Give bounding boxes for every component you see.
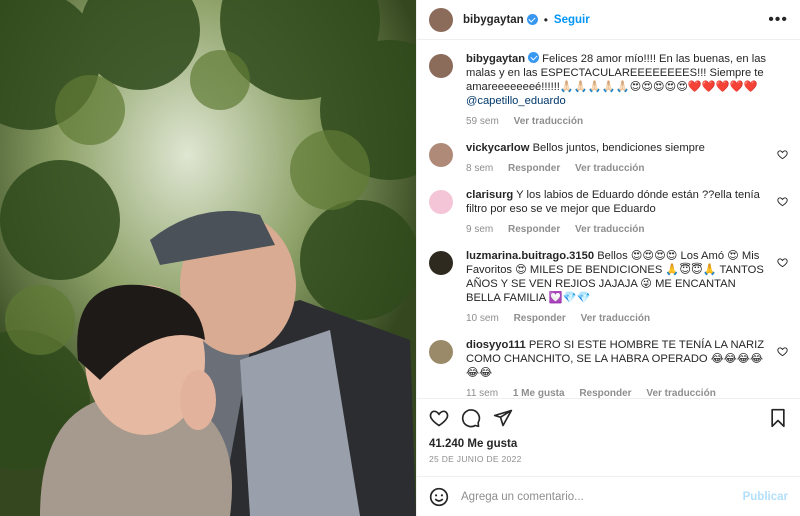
separator-dot: •: [543, 12, 548, 27]
heart-icon[interactable]: [429, 408, 449, 428]
comment-body: vickycarlow Bellos juntos, bendiciones s…: [466, 141, 788, 176]
comment-item: vickycarlow Bellos juntos, bendiciones s…: [429, 141, 788, 176]
caption-body: bibygaytan Felices 28 amor mío!!!! En la…: [466, 52, 788, 129]
comment-time[interactable]: 10 sem: [466, 313, 499, 324]
comment-meta: 10 sem Responder Ver traducción: [466, 312, 768, 326]
share-icon[interactable]: [493, 408, 513, 428]
avatar[interactable]: [429, 143, 453, 167]
comment-username[interactable]: clarisurg: [466, 189, 513, 201]
like-comment-heart-icon[interactable]: [777, 257, 788, 268]
emoji-icon[interactable]: [429, 487, 449, 507]
header-username[interactable]: bibygaytan: [463, 14, 524, 26]
comments-list[interactable]: bibygaytan Felices 28 amor mío!!!! En la…: [417, 40, 800, 398]
translate-button[interactable]: Ver traducción: [581, 313, 650, 324]
bookmark-icon[interactable]: [768, 408, 788, 428]
comment-username[interactable]: diosyyo111: [466, 339, 526, 351]
avatar[interactable]: [429, 190, 453, 214]
caption-username[interactable]: bibygaytan: [466, 53, 525, 65]
avatar[interactable]: [429, 7, 453, 32]
comment-item: clarisurg Y los labios de Eduardo dónde …: [429, 188, 788, 237]
caption-time[interactable]: 59 sem: [466, 116, 499, 127]
comment-item: diosyyo111 PERO SI ESTE HOMBRE TE TENÍA …: [429, 338, 788, 398]
avatar[interactable]: [429, 340, 453, 364]
comment-meta: 11 sem 1 Me gusta Responder Ver traducci…: [466, 387, 768, 398]
comment-item: luzmarina.buitrago.3150 Bellos 😍😍😍😍 Los …: [429, 249, 788, 326]
avatar[interactable]: [429, 251, 453, 275]
like-comment-heart-icon[interactable]: [777, 149, 788, 160]
post-date[interactable]: 25 DE JUNIO DE 2022: [417, 450, 800, 476]
post-actions: [417, 398, 800, 436]
reply-button[interactable]: Responder: [514, 313, 566, 324]
comment-input[interactable]: [461, 490, 743, 503]
likes-count[interactable]: 41.240 Me gusta: [417, 436, 800, 450]
translate-button[interactable]: Ver traducción: [646, 388, 715, 398]
like-comment-heart-icon[interactable]: [777, 196, 788, 207]
reply-button[interactable]: Responder: [579, 388, 631, 398]
comment-time[interactable]: 8 sem: [466, 163, 493, 174]
add-comment-bar: Publicar: [417, 476, 800, 516]
follow-button[interactable]: Seguir: [554, 14, 590, 26]
post-photo[interactable]: [0, 0, 416, 516]
comment-body: clarisurg Y los labios de Eduardo dónde …: [466, 188, 788, 237]
comment-meta: 9 sem Responder Ver traducción: [466, 223, 768, 237]
photo-illustration: [0, 0, 416, 516]
comment-username[interactable]: luzmarina.buitrago.3150: [466, 250, 594, 262]
caption-meta: 59 sem Ver traducción: [466, 115, 768, 129]
post-panel: bibygaytan • Seguir ••• bibygaytan Felic…: [416, 0, 800, 516]
comment-text: Bellos juntos, bendiciones siempre: [532, 142, 705, 154]
reply-button[interactable]: Responder: [508, 163, 560, 174]
publish-button[interactable]: Publicar: [743, 491, 788, 503]
post-header: bibygaytan • Seguir •••: [417, 0, 800, 40]
comment-body: luzmarina.buitrago.3150 Bellos 😍😍😍😍 Los …: [466, 249, 788, 326]
translate-button[interactable]: Ver traducción: [575, 224, 644, 235]
verified-icon: [528, 52, 540, 63]
comment-likes[interactable]: 1 Me gusta: [513, 388, 565, 398]
avatar[interactable]: [429, 54, 453, 78]
comment-meta: 8 sem Responder Ver traducción: [466, 162, 768, 176]
like-comment-heart-icon[interactable]: [777, 346, 788, 357]
comment-icon[interactable]: [461, 408, 481, 428]
more-options-icon[interactable]: •••: [768, 11, 788, 29]
translate-button[interactable]: Ver traducción: [514, 116, 583, 127]
verified-icon: [526, 14, 538, 25]
comment-body: diosyyo111 PERO SI ESTE HOMBRE TE TENÍA …: [466, 338, 788, 398]
reply-button[interactable]: Responder: [508, 224, 560, 235]
caption: bibygaytan Felices 28 amor mío!!!! En la…: [429, 52, 788, 129]
comment-time[interactable]: 9 sem: [466, 224, 493, 235]
translate-button[interactable]: Ver traducción: [575, 163, 644, 174]
comment-time[interactable]: 11 sem: [466, 388, 498, 398]
caption-mention[interactable]: @capetillo_eduardo: [466, 95, 566, 107]
comment-username[interactable]: vickycarlow: [466, 142, 529, 154]
post-modal: bibygaytan • Seguir ••• bibygaytan Felic…: [0, 0, 800, 516]
